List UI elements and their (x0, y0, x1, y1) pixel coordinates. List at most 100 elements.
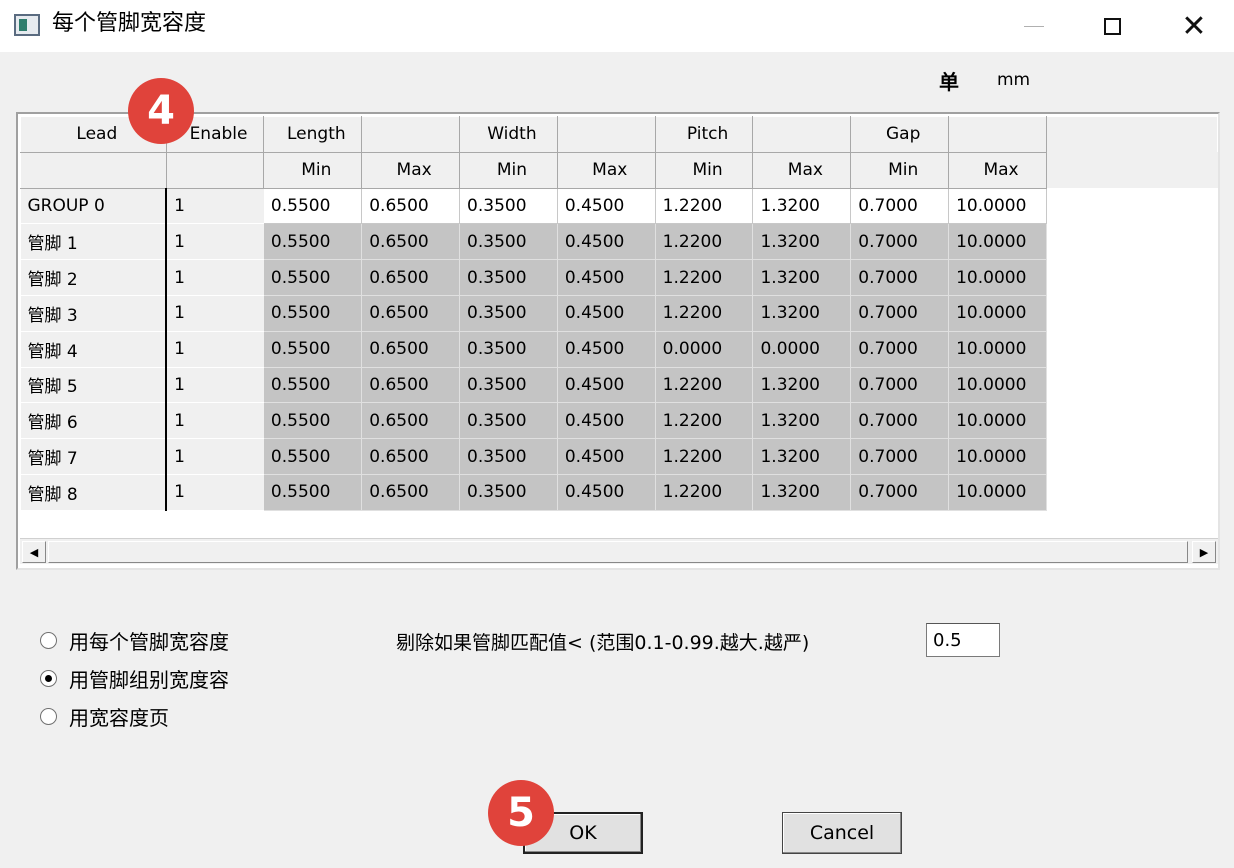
column-header[interactable]: Pitch (654, 116, 754, 153)
value-cell[interactable]: 0.6500 (361, 402, 461, 440)
lead-row[interactable]: 管脚 5 1 0.5500 0.6500 0.3500 0.4500 1.2200 1.320… (20, 367, 1218, 404)
lead-row[interactable]: 管脚 7 1 0.5500 0.6500 0.3500 0.4500 1.2200 1.320… (20, 438, 1218, 475)
value-cell[interactable]: 1.3200 (752, 223, 852, 261)
value-cell[interactable]: 10.0000 (948, 474, 1047, 511)
enable-cell[interactable]: 1 (165, 223, 264, 261)
lead-row[interactable]: 管脚 1 1 0.5500 0.6500 0.3500 0.4500 1.2200 1.320… (20, 223, 1218, 261)
value-cell[interactable]: 1.3200 (752, 402, 852, 440)
value-cell[interactable]: 1.2200 (655, 438, 754, 475)
value-cell[interactable]: 0.3500 (459, 259, 558, 296)
value-cell[interactable]: 0.5500 (263, 331, 363, 368)
scroll-thumb[interactable] (48, 541, 1188, 563)
close-button[interactable]: ✕ (1154, 0, 1234, 52)
value-cell[interactable]: 0.5500 (263, 223, 363, 261)
option-per-lead[interactable]: 用每个管脚宽容度 (40, 626, 229, 655)
value-cell[interactable]: 0.6500 (361, 331, 461, 368)
option-tolerance-page[interactable]: 用宽容度页 (40, 702, 169, 731)
value-cell[interactable]: 0.5500 (263, 295, 363, 332)
value-cell[interactable]: 0.5500 (263, 259, 363, 296)
value-cell[interactable]: 0.6500 (361, 367, 461, 404)
value-cell[interactable]: 1.2200 (655, 402, 754, 440)
column-header[interactable]: Length (263, 116, 363, 153)
value-cell[interactable]: 0.5500 (263, 188, 363, 225)
enable-cell[interactable]: 1 (165, 295, 264, 332)
value-cell[interactable]: 0.7000 (850, 259, 950, 296)
lead-row[interactable]: 管脚 2 1 0.5500 0.6500 0.3500 0.4500 1.2200 1.320… (20, 259, 1218, 296)
lead-tolerance-grid[interactable]: Lead Enable Length Width Pitch Gap Min Max Min Ma… (16, 112, 1220, 570)
column-header[interactable] (361, 116, 461, 153)
enable-cell[interactable]: 1 (165, 402, 264, 440)
title-bar[interactable]: 每个管脚宽容度 ✕ (0, 0, 1234, 52)
lead-name-cell[interactable]: 管脚 6 (20, 402, 167, 440)
value-cell[interactable]: 0.4500 (557, 474, 656, 511)
column-subheader[interactable]: Max (556, 151, 656, 189)
value-cell[interactable]: 0.7000 (850, 474, 950, 511)
value-cell[interactable]: 10.0000 (948, 295, 1047, 332)
lead-name-cell[interactable]: 管脚 3 (20, 295, 167, 332)
value-cell[interactable]: 0.5500 (263, 474, 363, 511)
lead-name-cell[interactable]: 管脚 1 (20, 223, 167, 261)
value-cell[interactable]: 0.4500 (557, 331, 656, 368)
value-cell[interactable]: 0.7000 (850, 223, 950, 261)
value-cell[interactable]: 0.6500 (361, 188, 461, 225)
radio-icon[interactable] (40, 708, 57, 725)
value-cell[interactable]: 0.6500 (361, 295, 461, 332)
value-cell[interactable]: 0.6500 (361, 438, 461, 475)
value-cell[interactable]: 0.3500 (459, 402, 558, 440)
value-cell[interactable]: 1.2200 (655, 188, 754, 225)
column-subheader[interactable]: Max (361, 151, 461, 189)
value-cell[interactable]: 0.7000 (850, 188, 950, 225)
value-cell[interactable]: 0.7000 (850, 295, 950, 332)
lead-name-cell[interactable]: 管脚 7 (20, 438, 167, 475)
group-row[interactable]: GROUP 0 1 0.5500 0.6500 0.3500 0.4500 1.2200 1.… (20, 188, 1218, 225)
lead-row[interactable]: 管脚 8 1 0.5500 0.6500 0.3500 0.4500 1.2200 1.320… (20, 474, 1218, 511)
value-cell[interactable]: 10.0000 (948, 331, 1047, 368)
enable-cell[interactable]: 1 (165, 474, 264, 511)
column-header[interactable] (948, 116, 1047, 153)
enable-cell[interactable]: 1 (165, 367, 264, 404)
value-cell[interactable]: 0.7000 (850, 402, 950, 440)
column-header[interactable] (752, 116, 852, 153)
lead-row[interactable]: 管脚 3 1 0.5500 0.6500 0.3500 0.4500 1.2200 1.320… (20, 295, 1218, 332)
value-cell[interactable]: 0.3500 (459, 331, 558, 368)
reject-threshold-input[interactable] (926, 623, 1000, 657)
value-cell[interactable]: 0.4500 (557, 402, 656, 440)
column-subheader[interactable]: Min (459, 151, 558, 189)
value-cell[interactable]: 1.2200 (655, 367, 754, 404)
radio-icon[interactable] (40, 632, 57, 649)
value-cell[interactable]: 10.0000 (948, 438, 1047, 475)
value-cell[interactable]: 0.7000 (850, 331, 950, 368)
lead-name-cell[interactable]: 管脚 2 (20, 259, 167, 296)
value-cell[interactable]: 1.3200 (752, 259, 852, 296)
value-cell[interactable]: 1.2200 (655, 295, 754, 332)
lead-name-cell[interactable]: 管脚 8 (20, 474, 167, 511)
lead-row[interactable]: 管脚 4 1 0.5500 0.6500 0.3500 0.4500 0.0000 0.000… (20, 331, 1218, 368)
value-cell[interactable]: 1.3200 (752, 367, 852, 404)
value-cell[interactable]: 0.5500 (263, 438, 363, 475)
column-header[interactable]: Width (459, 116, 558, 153)
value-cell[interactable]: 10.0000 (948, 223, 1047, 261)
column-header[interactable]: Gap (850, 116, 950, 153)
value-cell[interactable]: 10.0000 (948, 188, 1047, 225)
value-cell[interactable]: 1.3200 (752, 438, 852, 475)
column-subheader[interactable]: Max (948, 151, 1047, 189)
value-cell[interactable]: 0.3500 (459, 295, 558, 332)
lead-name-cell[interactable]: GROUP 0 (20, 188, 167, 225)
value-cell[interactable]: 0.4500 (557, 367, 656, 404)
value-cell[interactable]: 0.7000 (850, 367, 950, 404)
column-header[interactable] (556, 116, 656, 153)
column-subheader[interactable] (20, 151, 167, 189)
radio-selected-icon[interactable] (40, 670, 57, 687)
option-lead-group[interactable]: 用管脚组别宽度容 (40, 664, 229, 693)
value-cell[interactable]: 1.3200 (752, 474, 852, 511)
cancel-button[interactable]: Cancel (782, 812, 902, 854)
minimize-button[interactable] (994, 0, 1074, 52)
scroll-left-icon[interactable]: ◀ (22, 541, 46, 563)
lead-row[interactable]: 管脚 6 1 0.5500 0.6500 0.3500 0.4500 1.2200 1.320… (20, 402, 1218, 440)
column-subheader[interactable] (165, 151, 265, 189)
value-cell[interactable]: 1.2200 (655, 259, 754, 296)
value-cell[interactable]: 0.4500 (557, 438, 656, 475)
value-cell[interactable]: 10.0000 (948, 259, 1047, 296)
value-cell[interactable]: 0.4500 (557, 223, 656, 261)
value-cell[interactable]: 1.2200 (655, 223, 754, 261)
